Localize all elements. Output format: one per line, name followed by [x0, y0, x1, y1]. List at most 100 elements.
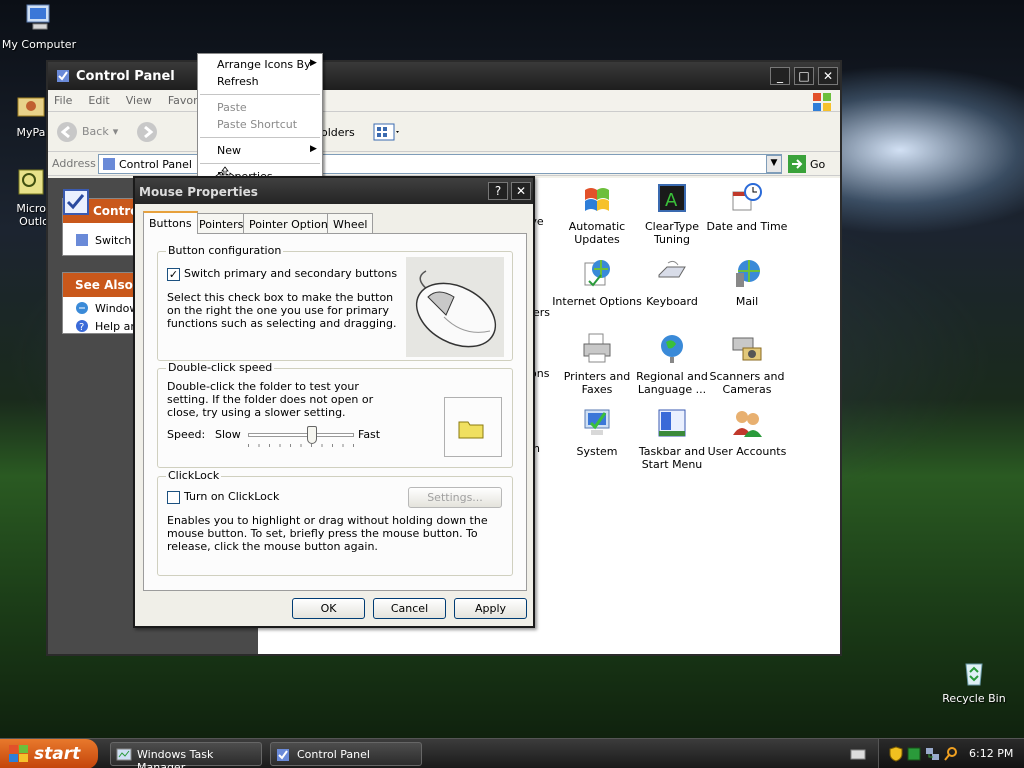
double-click-description: Double-click the folder to test your set…	[167, 380, 374, 419]
printer-icon	[581, 332, 613, 364]
mouse-illustration	[406, 257, 504, 357]
folder-icon	[15, 90, 47, 122]
switch-buttons-checkbox[interactable]: ✓ Switch primary and secondary buttons	[167, 267, 397, 281]
views-icon[interactable]	[372, 122, 402, 142]
maximize-button[interactable]: □	[794, 67, 814, 85]
scanner-camera-icon	[731, 332, 763, 364]
menu-file[interactable]: File	[54, 94, 72, 107]
taskbar-icon	[656, 407, 688, 439]
slider-thumb[interactable]	[306, 426, 317, 444]
group-label: Double-click speed	[166, 361, 275, 374]
control-panel-icon	[277, 749, 289, 761]
minimize-button[interactable]: _	[770, 67, 790, 85]
clicklock-checkbox[interactable]: Turn on ClickLock	[167, 490, 279, 504]
address-bar: Address Control Panel ▼ Go	[48, 152, 840, 176]
close-button[interactable]: ✕	[818, 67, 838, 85]
clock: 6:12 PM	[969, 747, 1014, 760]
clock-calendar-icon	[731, 182, 763, 214]
speed-slider[interactable]	[242, 424, 360, 448]
group-label: Button configuration	[166, 244, 284, 257]
back-button[interactable]: Back ▾	[56, 121, 118, 143]
desktop-icon-recycle-bin[interactable]: Recycle Bin	[935, 656, 1013, 705]
folder-icon	[458, 421, 484, 439]
tab-panel-buttons: Button configuration ✓ Switch primary and…	[143, 233, 527, 591]
window-titlebar[interactable]: Control Panel	[48, 62, 840, 90]
cancel-button[interactable]: Cancel	[373, 598, 446, 619]
taskbar: start Windows Task Manager Control Panel…	[0, 738, 1024, 768]
speed-label: Speed:	[167, 428, 206, 441]
tab-wheel[interactable]: Wheel	[327, 213, 374, 233]
clicklock-settings-button[interactable]: Settings...	[408, 487, 502, 508]
dialog-close-button[interactable]: ✕	[511, 182, 531, 200]
start-button[interactable]: start	[0, 739, 98, 768]
desktop-context-menu: Arrange Icons By ▶ Refresh Paste Paste S…	[197, 53, 323, 188]
help-icon: ?	[76, 320, 88, 333]
menu-bar: File Edit View Favorit	[48, 90, 840, 112]
menu-item-new[interactable]: New	[217, 144, 241, 157]
menu-separator	[200, 137, 320, 138]
back-label: Back	[82, 125, 109, 138]
checkbox-box: ✓	[167, 267, 180, 281]
folders-button[interactable]: olders	[321, 126, 355, 139]
cleartype-icon: A	[656, 182, 688, 214]
button-config-description: Select this check box to make the button…	[167, 291, 397, 330]
tab-buttons[interactable]: Buttons	[143, 211, 198, 234]
test-folder-area[interactable]	[444, 397, 502, 457]
checkbox-box	[167, 490, 180, 504]
mouse-icon	[415, 270, 497, 348]
address-label: Address	[52, 157, 96, 170]
help-button[interactable]: ?	[488, 182, 508, 200]
menu-item-paste-shortcut[interactable]: Paste Shortcut	[217, 118, 297, 131]
system-tray: 6:12 PM	[878, 739, 1024, 768]
cp-item-scanners-and-cameras[interactable]: Scanners and Cameras	[702, 332, 792, 396]
menu-item-refresh[interactable]: Refresh	[217, 75, 259, 88]
keyboard-layout-icon[interactable]	[850, 747, 866, 761]
security-shield-icon[interactable]	[889, 746, 903, 762]
mail-icon	[731, 257, 763, 289]
mouse-properties-dialog: Mouse Properties ? ✕ Buttons Pointers Po…	[133, 176, 535, 628]
menu-item-arrange-icons-by[interactable]: Arrange Icons By	[217, 58, 311, 71]
switch-view-icon	[76, 234, 88, 246]
network-icon[interactable]	[925, 746, 941, 762]
users-icon	[731, 407, 763, 439]
cp-item-mail[interactable]: Mail	[702, 257, 792, 308]
menu-view[interactable]: View	[126, 94, 152, 107]
menu-separator	[200, 163, 320, 164]
search-icon[interactable]	[943, 746, 959, 762]
globe-icon	[656, 332, 688, 364]
submenu-arrow-icon: ▶	[310, 58, 317, 68]
go-button[interactable]: Go	[788, 155, 825, 173]
keyboard-icon	[656, 257, 688, 289]
taskbar-task-manager[interactable]: Windows Task Manager	[110, 742, 262, 768]
cp-item-partial[interactable]: n	[533, 442, 553, 455]
slider-track	[248, 433, 354, 437]
cp-item-date-and-time[interactable]: Date and Time	[702, 182, 792, 233]
svg-text:?: ?	[79, 322, 84, 333]
apply-button[interactable]: Apply	[454, 598, 527, 619]
back-arrow-icon	[57, 121, 77, 142]
dialog-titlebar[interactable]: Mouse Properties	[135, 178, 533, 204]
cp-item-user-accounts[interactable]: User Accounts	[702, 407, 792, 458]
tab-pointers[interactable]: Pointers	[193, 213, 250, 233]
desktop-icon-label: Recycle Bin	[942, 692, 1006, 705]
outlook-icon	[15, 166, 47, 198]
double-click-speed-group: Double-click speed Double-click the fold…	[157, 361, 513, 468]
taskbar-control-panel[interactable]: Control Panel	[270, 742, 422, 766]
slow-label: Slow	[215, 428, 241, 441]
menu-item-paste[interactable]: Paste	[217, 101, 247, 114]
menu-edit[interactable]: Edit	[88, 94, 109, 107]
tab-pointer-options[interactable]: Pointer Options	[243, 213, 340, 233]
forward-arrow-icon[interactable]	[136, 121, 158, 143]
ok-button[interactable]: OK	[292, 598, 365, 619]
button-configuration-group: Button configuration ✓ Switch primary and…	[157, 244, 513, 361]
address-dropdown[interactable]: ▼	[766, 155, 782, 173]
group-label: ClickLock	[166, 469, 222, 482]
cp-item-partial[interactable]: ers	[533, 306, 553, 319]
desktop-icon-label: MyPa	[16, 126, 46, 139]
desktop-icon-my-computer[interactable]: My Computer	[0, 2, 78, 51]
menu-separator	[200, 94, 320, 95]
control-panel-big-icon	[63, 189, 89, 215]
system-icon	[581, 407, 613, 439]
tray-green-icon[interactable]	[907, 746, 921, 762]
windows-flag-icon	[9, 745, 28, 762]
